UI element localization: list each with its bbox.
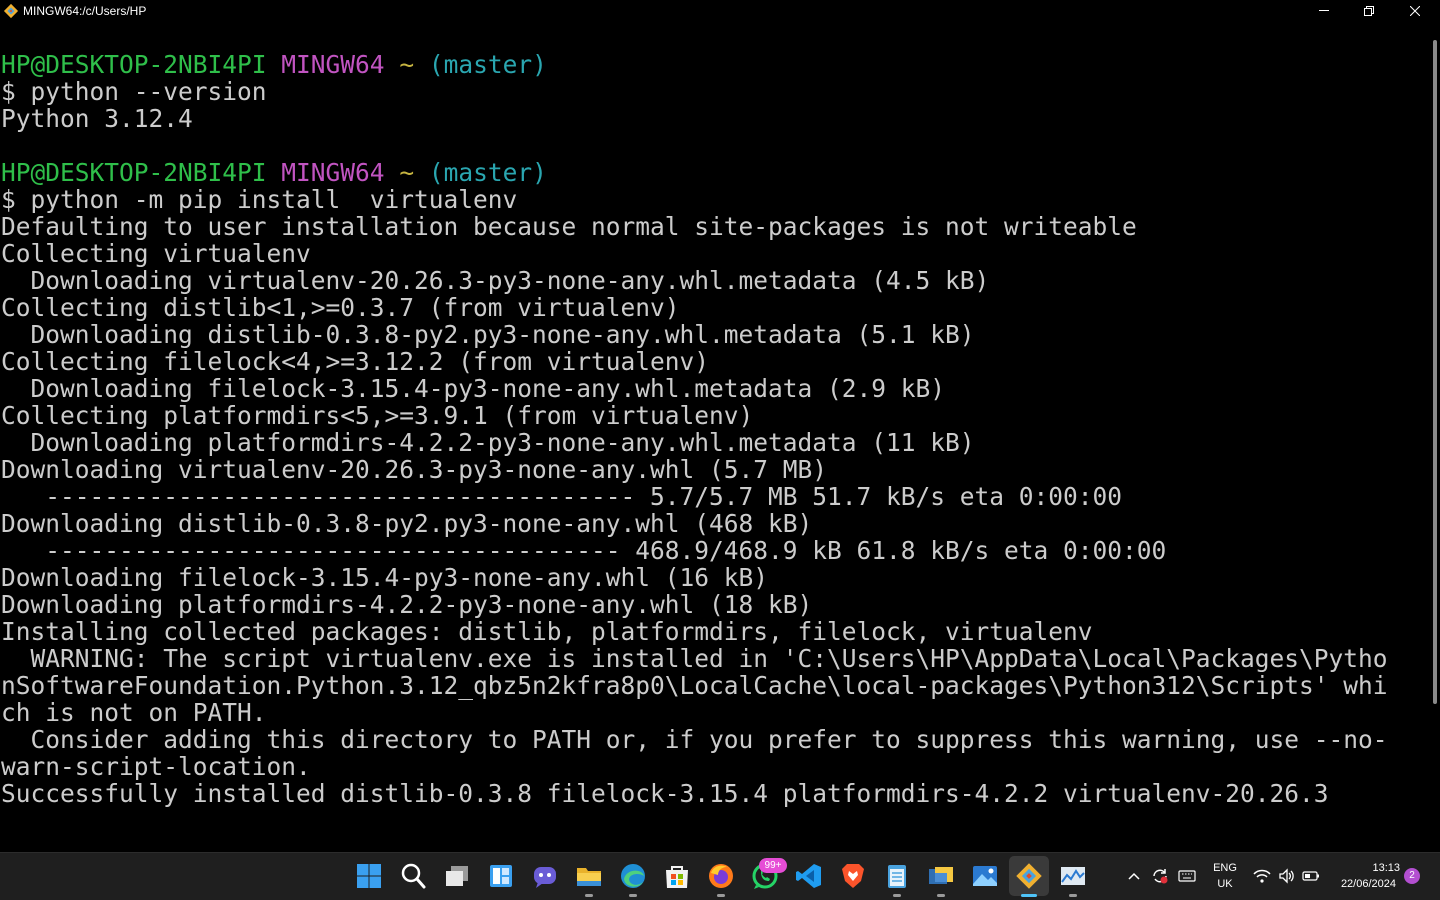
running-indicator [717, 894, 725, 897]
running-indicator [585, 894, 593, 897]
windows-icon [357, 864, 381, 888]
notepad-button[interactable] [882, 861, 912, 897]
language-secondary[interactable]: UK [1211, 878, 1239, 890]
search-button[interactable] [398, 861, 428, 891]
python-icon [929, 867, 953, 884]
notepad-icon [888, 865, 906, 888]
close-icon [1410, 6, 1420, 16]
warning-line: ch is not on PATH. [1, 698, 267, 727]
command-line: $ python --version [1, 77, 267, 106]
output-line: Collecting distlib<1,>=0.3.7 (from virtu… [1, 293, 680, 322]
output-line: Defaulting to user installation because … [1, 212, 1137, 241]
photos-icon [973, 866, 997, 886]
minimize-button[interactable] [1301, 0, 1347, 22]
wifi-icon[interactable] [1253, 868, 1271, 884]
minimize-icon [1319, 10, 1329, 11]
chat-icon [534, 867, 556, 888]
battery-icon[interactable] [1302, 870, 1320, 882]
git-icon [1016, 863, 1042, 889]
prompt-system: MINGW64 [281, 51, 385, 79]
close-button[interactable] [1392, 0, 1438, 22]
brave-button[interactable] [838, 861, 868, 891]
output-line: Downloading filelock-3.15.4-py3-none-any… [1, 563, 769, 592]
warning-line: WARNING: The script virtualenv.exe is in… [1, 644, 1388, 673]
search-icon [401, 863, 426, 889]
clock-time[interactable]: 13:13 [1330, 862, 1400, 874]
store-icon [666, 866, 688, 888]
firefox-button[interactable] [706, 861, 736, 897]
monitor-chart-icon [1061, 867, 1085, 885]
edge-icon [621, 864, 645, 888]
folder-icon [577, 868, 601, 886]
output-line: Downloading platformdirs-4.2.2-py3-none-… [1, 428, 975, 457]
whatsapp-notification-badge: 99+ [759, 858, 787, 873]
output-line: Downloading distlib-0.3.8-py2.py3-none-a… [1, 320, 975, 349]
scrollbar-track[interactable] [1422, 22, 1440, 852]
prompt-system: MINGW64 [281, 158, 385, 187]
task-manager-button[interactable] [1058, 861, 1088, 897]
prompt-user-host: HP@DESKTOP-2NBI4PI [1, 51, 267, 79]
active-indicator [1021, 894, 1037, 897]
window-title: MINGW64:/c/Users/HP [23, 4, 147, 18]
git-bash-app-icon[interactable] [3, 3, 19, 19]
brave-icon [842, 864, 864, 888]
widgets-icon [490, 865, 512, 887]
output-line: Downloading virtualenv-20.26.3-py3-none-… [1, 455, 828, 484]
vscode-button[interactable] [794, 861, 824, 891]
warning-line: nSoftwareFoundation.Python.3.12_qbz5n2kf… [1, 671, 1388, 700]
vscode-icon [796, 864, 821, 888]
file-explorer-button[interactable] [574, 861, 604, 897]
language-primary[interactable]: ENG [1211, 862, 1239, 874]
clock-date[interactable]: 22/06/2024 [1320, 878, 1396, 890]
output-line: Python 3.12.4 [1, 104, 193, 133]
output-line: Collecting platformdirs<5,>=3.9.1 (from … [1, 401, 754, 430]
output-line: Downloading platformdirs-4.2.2-py3-none-… [1, 590, 813, 619]
photos-button[interactable] [970, 861, 1000, 891]
output-line: Downloading virtualenv-20.26.3-py3-none-… [1, 266, 990, 295]
widgets-button[interactable] [486, 861, 516, 891]
progress-line: ----------------------------------------… [1, 482, 1123, 511]
prompt-line: HP@DESKTOP-2NBI4PI MINGW64 ~ (master) [1, 159, 1422, 186]
sync-icon[interactable] [1151, 867, 1169, 885]
terminal-output[interactable]: HP@DESKTOP-2NBI4PI MINGW64 ~ (master) $ … [0, 51, 1422, 851]
keyboard-icon[interactable] [1178, 869, 1196, 883]
prompt-branch: (master) [428, 158, 547, 187]
python-button[interactable] [926, 861, 956, 897]
output-line: Collecting filelock<4,>=3.12.2 (from vir… [1, 347, 710, 376]
running-indicator [1069, 894, 1077, 897]
maximize-button[interactable] [1346, 0, 1392, 22]
progress-line: --------------------------------------- … [1, 536, 1167, 565]
prompt-path: ~ [399, 51, 415, 79]
restore-icon [1364, 6, 1374, 16]
scrollbar-thumb[interactable] [1433, 40, 1437, 704]
start-button[interactable] [354, 861, 384, 891]
output-line: Installing collected packages: distlib, … [1, 617, 1093, 646]
title-bar[interactable]: MINGW64:/c/Users/HP [0, 0, 1440, 22]
notification-count-badge[interactable]: 2 [1404, 868, 1420, 884]
task-view-icon [446, 866, 468, 886]
running-indicator [893, 894, 901, 897]
warning-line: warn-script-location. [1, 752, 311, 781]
running-indicator [629, 894, 637, 897]
command-line: $ python -m pip install virtualenv [1, 185, 518, 214]
output-line: Collecting virtualenv [1, 239, 311, 268]
warning-line: Consider adding this directory to PATH o… [1, 725, 1388, 754]
prompt-path: ~ [399, 158, 415, 187]
prompt-line: HP@DESKTOP-2NBI4PI MINGW64 ~ (master) [1, 51, 1422, 78]
store-button[interactable] [662, 861, 692, 891]
output-line: Downloading filelock-3.15.4-py3-none-any… [1, 374, 946, 403]
firefox-icon [709, 864, 733, 888]
prompt-user-host: HP@DESKTOP-2NBI4PI [1, 158, 267, 187]
chevron-up-icon[interactable] [1127, 869, 1141, 883]
chat-button[interactable] [530, 861, 560, 891]
edge-button[interactable] [618, 861, 648, 897]
git-bash-button[interactable] [1014, 861, 1044, 897]
output-line: Downloading distlib-0.3.8-py2.py3-none-a… [1, 509, 813, 538]
task-view-button[interactable] [442, 861, 472, 891]
success-line: Successfully installed distlib-0.3.8 fil… [1, 779, 1329, 808]
running-indicator [937, 894, 945, 897]
prompt-branch: (master) [428, 51, 547, 79]
volume-icon[interactable] [1278, 868, 1296, 884]
